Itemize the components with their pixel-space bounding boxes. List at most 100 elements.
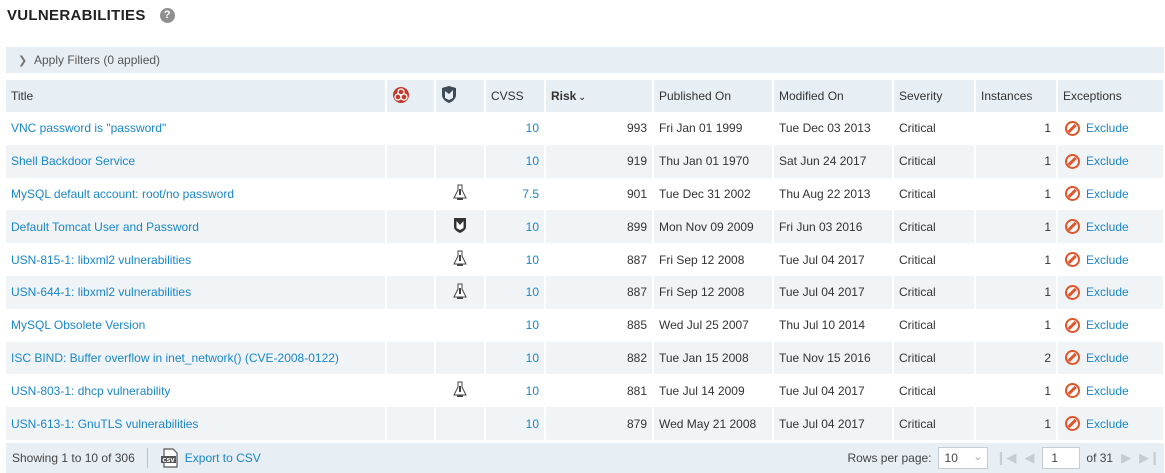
metasploit-icon: [453, 218, 467, 236]
exceptions-cell: Exclude: [1057, 144, 1165, 178]
exploit-cell: [435, 144, 486, 178]
severity-value: Critical: [893, 144, 976, 178]
exclude-button[interactable]: Exclude: [1063, 416, 1158, 432]
table-row[interactable]: Shell Backdoor Service 10 919 Thu Jan 01 19…: [6, 144, 1165, 178]
exceptions-cell: Exclude: [1057, 374, 1165, 408]
prohibited-icon: [1065, 252, 1080, 268]
page-header: VULNERABILITIES ?: [7, 4, 175, 26]
exploit-cell: [435, 275, 486, 309]
vuln-title-link[interactable]: USN-803-1: dhcp vulnerability: [6, 374, 387, 408]
risk-score: 887: [545, 275, 654, 309]
modified-date: Thu Jul 10 2014: [773, 308, 894, 342]
vuln-title-link[interactable]: ISC BIND: Buffer overflow in inet_networ…: [6, 341, 387, 375]
col-header-title[interactable]: Title: [6, 80, 387, 112]
exclude-button[interactable]: Exclude: [1063, 350, 1158, 366]
table-row[interactable]: MySQL Obsolete Version 10 885 Wed Jul 25 20…: [6, 308, 1165, 342]
table-row[interactable]: ISC BIND: Buffer overflow in inet_networ…: [6, 341, 1165, 375]
next-page-icon[interactable]: ▶: [1121, 450, 1131, 466]
severity-value: Critical: [893, 275, 976, 309]
exclude-button[interactable]: Exclude: [1063, 383, 1158, 399]
export-csv-button[interactable]: CSV Export to CSV: [160, 448, 261, 468]
cvss-score-link[interactable]: 10: [485, 374, 546, 408]
table-row[interactable]: VNC password is "password" 10 993 Fri Jan 0…: [6, 112, 1165, 145]
malware-cell: [386, 243, 436, 276]
published-date: Wed Jul 25 2007: [653, 308, 774, 342]
vuln-title-link[interactable]: USN-815-1: libxml2 vulnerabilities: [6, 243, 387, 276]
cvss-score-link[interactable]: 10: [485, 341, 546, 375]
rows-per-page-select[interactable]: 10 ⌄: [937, 447, 988, 469]
col-header-risk[interactable]: Risk ⌄: [545, 80, 654, 112]
col-header-exploit[interactable]: [435, 80, 486, 112]
cvss-score-link[interactable]: 10: [485, 112, 546, 145]
vuln-title-link[interactable]: MySQL default account: root/no password: [6, 177, 387, 211]
col-header-cvss[interactable]: CVSS: [485, 80, 546, 112]
exclude-button[interactable]: Exclude: [1063, 120, 1158, 136]
prohibited-icon: [1065, 350, 1080, 366]
col-header-modified[interactable]: Modified On: [773, 80, 894, 112]
col-header-published[interactable]: Published On: [653, 80, 774, 112]
cvss-score-link[interactable]: 10: [485, 275, 546, 309]
exclude-button[interactable]: Exclude: [1063, 284, 1158, 300]
vuln-title-link[interactable]: USN-644-1: libxml2 vulnerabilities: [6, 275, 387, 309]
page-number-input[interactable]: 1: [1042, 447, 1081, 469]
footer-divider: [146, 448, 148, 468]
cvss-score-link[interactable]: 10: [485, 407, 546, 440]
col-header-instances[interactable]: Instances: [975, 80, 1058, 112]
question-circle-icon[interactable]: ?: [159, 7, 175, 23]
exceptions-cell: Exclude: [1057, 177, 1165, 211]
exploit-skill-icon: [453, 184, 467, 203]
last-page-icon[interactable]: ▶❙: [1139, 450, 1160, 466]
exclude-button[interactable]: Exclude: [1063, 219, 1158, 235]
col-header-malware[interactable]: [386, 80, 436, 112]
exclude-button[interactable]: Exclude: [1063, 186, 1158, 202]
modified-date: Tue Jul 04 2017: [773, 275, 894, 309]
exploit-cell: [435, 374, 486, 408]
vuln-title-link[interactable]: MySQL Obsolete Version: [6, 308, 387, 342]
cvss-score-link[interactable]: 7.5: [485, 177, 546, 211]
biohazard-icon: [393, 86, 409, 103]
table-row[interactable]: USN-613-1: GnuTLS vulnerabilities 10 879 We…: [6, 407, 1165, 440]
published-date: Tue Jan 15 2008: [653, 341, 774, 375]
instances-count: 1: [975, 210, 1058, 244]
exclude-button[interactable]: Exclude: [1063, 252, 1158, 268]
vuln-title-link[interactable]: VNC password is "password": [6, 112, 387, 145]
table-row[interactable]: USN-815-1: libxml2 vulnerabilities 10 887 F…: [6, 243, 1165, 276]
rows-per-page-label: Rows per page:: [847, 451, 932, 465]
vuln-title-link[interactable]: Default Tomcat User and Password: [6, 210, 387, 244]
previous-page-icon[interactable]: ◀: [1024, 450, 1034, 466]
cvss-score-link[interactable]: 10: [485, 144, 546, 178]
vuln-title-link[interactable]: USN-613-1: GnuTLS vulnerabilities: [6, 407, 387, 440]
exceptions-cell: Exclude: [1057, 407, 1165, 440]
malware-cell: [386, 112, 436, 145]
prohibited-icon: [1065, 186, 1080, 202]
table-row[interactable]: USN-644-1: libxml2 vulnerabilities 10 887 F…: [6, 275, 1165, 309]
col-header-severity[interactable]: Severity: [893, 80, 976, 112]
table-row[interactable]: MySQL default account: root/no password 7…: [6, 177, 1165, 211]
exclude-label: Exclude: [1086, 154, 1129, 169]
table-row[interactable]: Default Tomcat User and Password 10 899 Mon…: [6, 210, 1165, 244]
malware-cell: [386, 341, 436, 375]
published-date: Mon Nov 09 2009: [653, 210, 774, 244]
exclude-button[interactable]: Exclude: [1063, 153, 1158, 169]
exclude-label: Exclude: [1086, 318, 1129, 333]
vuln-title-link[interactable]: Shell Backdoor Service: [6, 144, 387, 178]
cvss-score-link[interactable]: 10: [485, 308, 546, 342]
instances-count: 1: [975, 112, 1058, 145]
vulnerabilities-table: Title CVSS Risk ⌄ Published On Modified …: [6, 80, 1165, 440]
instances-count: 1: [975, 407, 1058, 440]
col-header-exceptions[interactable]: Exceptions: [1057, 80, 1165, 112]
cvss-score-link[interactable]: 10: [485, 210, 546, 244]
published-date: Wed May 21 2008: [653, 407, 774, 440]
export-csv-label: Export to CSV: [184, 451, 261, 465]
csv-file-icon: CSV: [160, 448, 178, 468]
table-row[interactable]: USN-803-1: dhcp vulnerability 10 881 Tue Ju…: [6, 374, 1165, 408]
col-header-risk-label: Risk: [551, 89, 577, 103]
exclude-label: Exclude: [1086, 121, 1129, 136]
exclude-button[interactable]: Exclude: [1063, 317, 1158, 333]
apply-filters-bar[interactable]: ❯ Apply Filters (0 applied): [6, 47, 1164, 73]
first-page-icon[interactable]: ❙◀: [996, 450, 1017, 466]
showing-count: Showing 1 to 10 of 306: [12, 451, 135, 465]
cvss-score-link[interactable]: 10: [485, 243, 546, 276]
sort-descending-icon: ⌄: [578, 92, 586, 102]
exclude-label: Exclude: [1086, 350, 1129, 365]
